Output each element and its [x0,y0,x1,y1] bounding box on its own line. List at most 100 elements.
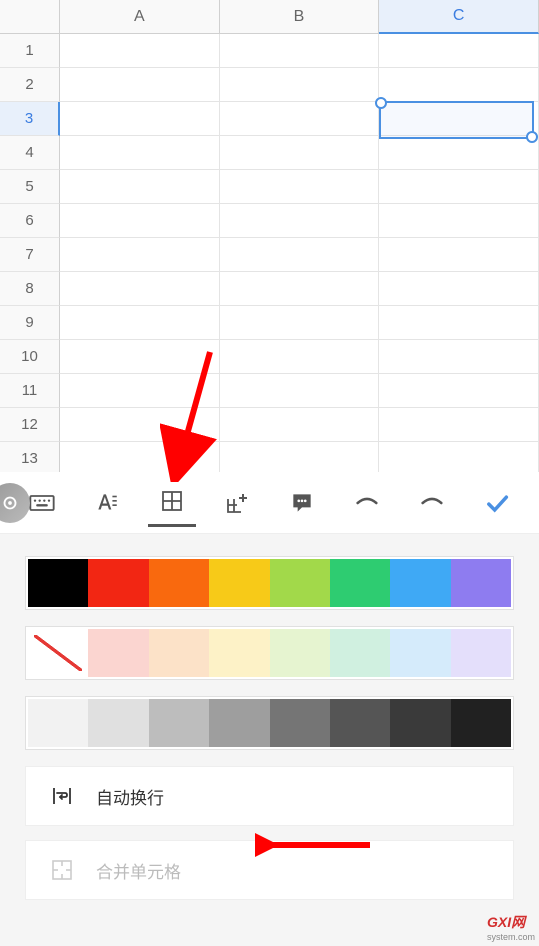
row-header-13[interactable]: 13 [0,442,60,476]
cell[interactable] [220,204,380,238]
cell[interactable] [220,442,380,476]
cell[interactable] [220,340,380,374]
light-color-row [25,626,514,680]
gray-swatch-4[interactable] [270,699,330,747]
cell[interactable] [379,68,539,102]
cell[interactable] [220,102,380,136]
cell[interactable] [60,238,220,272]
row-header-12[interactable]: 12 [0,408,60,442]
column-header-a[interactable]: A [60,0,220,34]
cell[interactable] [60,442,220,476]
cell[interactable] [220,374,380,408]
fill-swatch-7[interactable] [451,559,511,607]
merge-cells-option[interactable]: 合并单元格 [25,840,514,900]
fill-swatch-5[interactable] [330,559,390,607]
cell-format-panel: 自动换行 合并单元格 [0,534,539,946]
cell[interactable] [60,68,220,102]
cell[interactable] [60,34,220,68]
cell[interactable] [379,238,539,272]
cell[interactable] [220,68,380,102]
cell[interactable] [220,272,380,306]
light-swatch-3[interactable] [209,629,269,677]
row-header-1[interactable]: 1 [0,34,60,68]
insert-button[interactable] [213,479,261,527]
merge-cells-label: 合并单元格 [96,858,181,883]
light-swatch-2[interactable] [149,629,209,677]
spreadsheet-grid[interactable]: ABC 12345678910111213 [0,0,539,472]
fill-swatch-6[interactable] [390,559,450,607]
font-format-button[interactable] [83,479,131,527]
cell[interactable] [379,136,539,170]
cell[interactable] [379,340,539,374]
cell[interactable] [60,204,220,238]
gray-color-row [25,696,514,750]
gray-swatch-0[interactable] [28,699,88,747]
wrap-text-icon [50,784,74,808]
cell[interactable] [220,170,380,204]
gray-swatch-1[interactable] [88,699,148,747]
cell[interactable] [220,34,380,68]
cell[interactable] [379,408,539,442]
gray-swatch-7[interactable] [451,699,511,747]
cell[interactable] [220,306,380,340]
redo-button[interactable] [408,479,456,527]
cell[interactable] [60,102,220,136]
cell[interactable] [379,374,539,408]
cell[interactable] [60,408,220,442]
format-toolbar [0,472,539,534]
light-swatch-6[interactable] [390,629,450,677]
cell[interactable] [60,374,220,408]
column-header-b[interactable]: B [220,0,380,34]
row-header-9[interactable]: 9 [0,306,60,340]
row-header-6[interactable]: 6 [0,204,60,238]
fill-swatch-4[interactable] [270,559,330,607]
cell[interactable] [60,272,220,306]
cell[interactable] [220,136,380,170]
cell[interactable] [379,204,539,238]
fill-swatch-2[interactable] [149,559,209,607]
cell[interactable] [379,306,539,340]
cell[interactable] [379,34,539,68]
row-header-2[interactable]: 2 [0,68,60,102]
row-header-7[interactable]: 7 [0,238,60,272]
cell[interactable] [60,136,220,170]
cell-format-button[interactable] [148,479,196,527]
row-header-10[interactable]: 10 [0,340,60,374]
row-header-4[interactable]: 4 [0,136,60,170]
fill-swatch-3[interactable] [209,559,269,607]
gray-swatch-3[interactable] [209,699,269,747]
fill-color-row [25,556,514,610]
cell[interactable] [220,238,380,272]
fill-swatch-0[interactable] [28,559,88,607]
cell[interactable] [379,170,539,204]
cell[interactable] [379,442,539,476]
gray-swatch-2[interactable] [149,699,209,747]
gray-swatch-6[interactable] [390,699,450,747]
confirm-button[interactable] [473,479,521,527]
cell[interactable] [379,102,539,136]
light-swatch-5[interactable] [330,629,390,677]
cell[interactable] [60,170,220,204]
fill-swatch-1[interactable] [88,559,148,607]
merge-cells-icon [50,858,74,882]
row-header-5[interactable]: 5 [0,170,60,204]
light-swatch-7[interactable] [451,629,511,677]
cell[interactable] [220,408,380,442]
light-swatch-0[interactable] [28,629,88,677]
gray-swatch-5[interactable] [330,699,390,747]
cell[interactable] [379,272,539,306]
light-swatch-1[interactable] [88,629,148,677]
row-header-11[interactable]: 11 [0,374,60,408]
comment-button[interactable] [278,479,326,527]
cell[interactable] [60,340,220,374]
cell[interactable] [60,306,220,340]
select-all-corner[interactable] [0,0,60,34]
watermark: GXI网system.com [487,912,535,942]
row-header-8[interactable]: 8 [0,272,60,306]
wrap-text-label: 自动换行 [96,784,164,809]
row-header-3[interactable]: 3 [0,102,60,136]
light-swatch-4[interactable] [270,629,330,677]
column-header-c[interactable]: C [379,0,539,34]
undo-button[interactable] [343,479,391,527]
wrap-text-option[interactable]: 自动换行 [25,766,514,826]
